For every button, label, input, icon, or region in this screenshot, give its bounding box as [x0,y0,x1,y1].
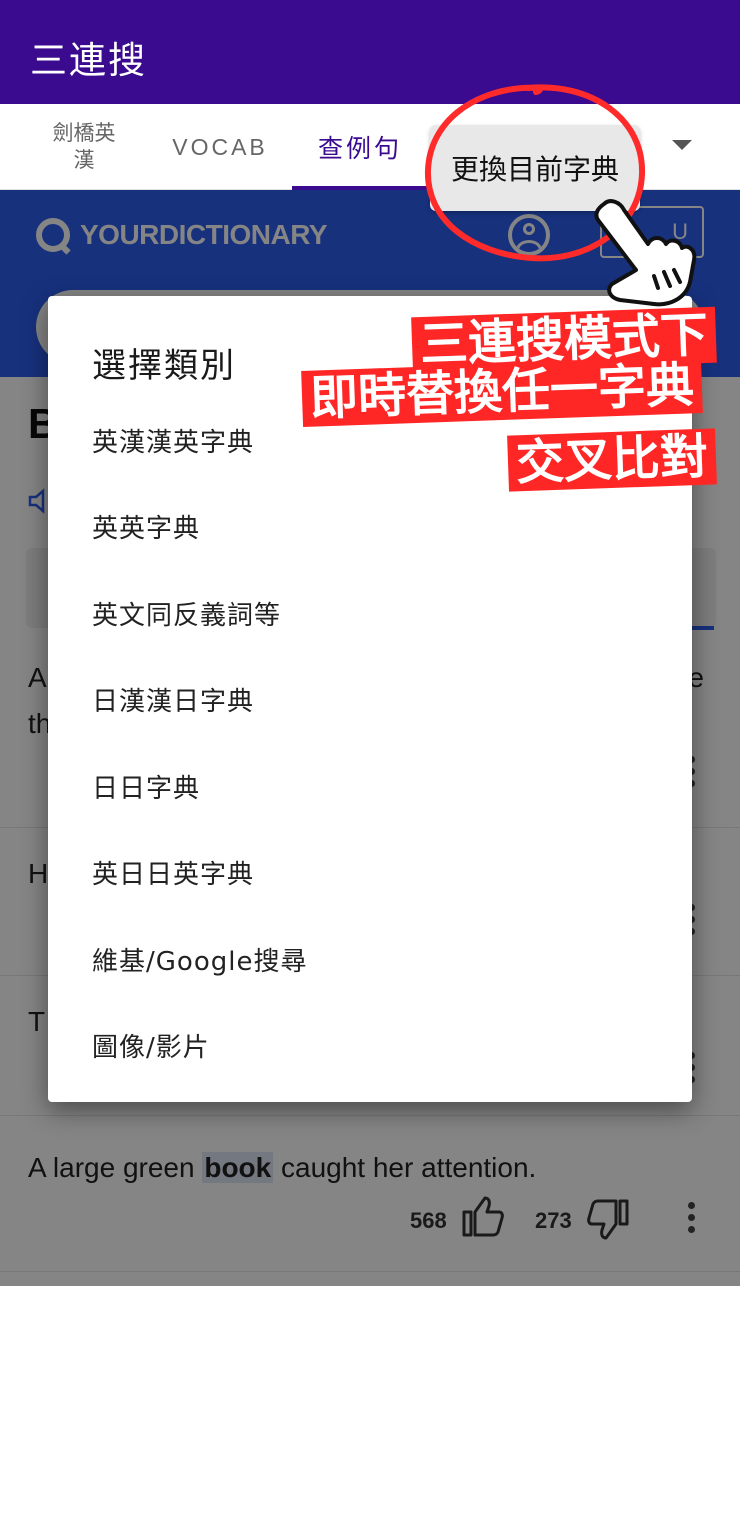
annotation-line-3: 交叉比對 [507,428,717,492]
tab-vocab-label: VOCAB [172,133,268,160]
tab-example-label: 查例句 [317,134,402,163]
dialog-title: 選擇類別 [92,346,236,386]
option-en-thesaurus[interactable]: 英文同反義詞等 [92,583,652,643]
option-ja-ja-dictionary[interactable]: 日日字典 [92,756,652,816]
option-en-en-dictionary[interactable]: 英英字典 [92,496,652,556]
tab-cambridge[interactable]: 劍橋英 漢 [30,104,138,190]
chevron-down-icon[interactable] [672,140,692,150]
option-wiki-google-search[interactable]: 維基/Google搜尋 [92,929,652,989]
tab-example-sentences[interactable]: 查例句 [292,104,428,190]
tab-cambridge-label: 劍橋英 漢 [52,121,116,172]
tab-vocab[interactable]: VOCAB [150,104,290,190]
app-title: 三連搜 [30,39,147,82]
option-ja-zh-dictionary[interactable]: 日漢漢日字典 [92,669,652,729]
option-images-videos[interactable]: 圖像/影片 [92,1015,652,1075]
option-en-ja-dictionary[interactable]: 英日日英字典 [92,842,652,902]
pointing-hand-icon [594,199,697,307]
